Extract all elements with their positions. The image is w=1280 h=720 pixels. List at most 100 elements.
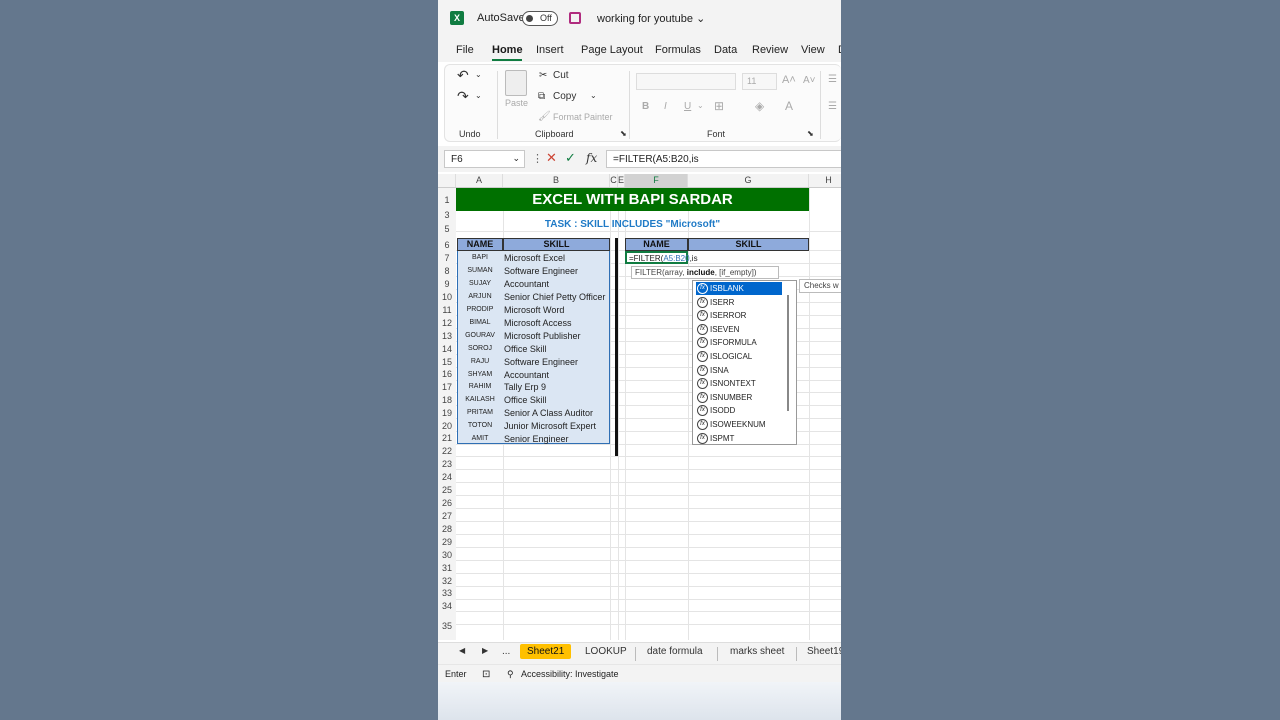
cell-name[interactable]: BAPI: [457, 254, 503, 261]
row-header[interactable]: 22: [438, 444, 456, 457]
column-header[interactable]: H: [809, 174, 841, 187]
paste-icon[interactable]: [505, 70, 527, 96]
cell-name[interactable]: RAHIM: [457, 383, 503, 390]
row-header[interactable]: 30: [438, 548, 456, 561]
cell-skill[interactable]: Senior A Class Auditor: [504, 408, 616, 418]
tab-data[interactable]: Data: [714, 44, 737, 56]
row-header[interactable]: 28: [438, 522, 456, 535]
column-header[interactable]: A: [456, 174, 503, 187]
row-header[interactable]: 18: [438, 393, 456, 406]
row-header[interactable]: 24: [438, 470, 456, 483]
underline-button[interactable]: U: [684, 101, 691, 112]
cell-name[interactable]: SUMAN: [457, 267, 503, 274]
autocomplete-item[interactable]: fx ISERROR: [696, 309, 782, 322]
cell-name[interactable]: PRODIP: [457, 306, 503, 313]
tab-date-formula[interactable]: date formula: [647, 646, 703, 657]
column-header[interactable]: B: [503, 174, 610, 187]
row-header[interactable]: 7: [438, 251, 456, 264]
row-header[interactable]: 14: [438, 342, 456, 355]
row-header[interactable]: 6: [438, 238, 456, 251]
prev-sheet-icon[interactable]: ◀: [459, 646, 465, 655]
more-icon[interactable]: ⋮: [532, 152, 543, 165]
scrollbar[interactable]: [787, 295, 789, 411]
tab-formulas[interactable]: Formulas: [655, 44, 701, 56]
font-color-icon[interactable]: A: [785, 99, 793, 113]
undo-dropdown-icon[interactable]: ⌄: [475, 70, 482, 79]
more-sheets[interactable]: ...: [502, 646, 510, 657]
tab-marks-sheet[interactable]: marks sheet: [730, 646, 784, 657]
cell-skill[interactable]: Software Engineer: [504, 357, 616, 367]
row-header[interactable]: 11: [438, 303, 456, 316]
cell-name[interactable]: PRITAM: [457, 409, 503, 416]
tab-insert[interactable]: Insert: [536, 44, 564, 56]
next-sheet-icon[interactable]: ▶: [482, 646, 488, 655]
row-header[interactable]: 13: [438, 329, 456, 342]
row-header[interactable]: 15: [438, 355, 456, 368]
cell-skill[interactable]: Junior Microsoft Expert: [504, 421, 616, 431]
cell-skill[interactable]: Software Engineer: [504, 266, 616, 276]
row-header[interactable]: 25: [438, 483, 456, 496]
tab-page-layout[interactable]: Page Layout: [581, 44, 643, 56]
save-icon[interactable]: [569, 12, 581, 24]
macro-record-icon[interactable]: ⊡: [482, 669, 490, 680]
cell-skill[interactable]: Microsoft Word: [504, 305, 616, 315]
name-box[interactable]: F6 ⌄: [444, 150, 525, 168]
insert-function-icon[interactable]: fx: [586, 151, 597, 165]
autosave-toggle[interactable]: Off: [522, 11, 558, 26]
cell-skill[interactable]: Microsoft Excel: [504, 253, 616, 263]
document-title[interactable]: working for youtube ⌄: [597, 12, 705, 25]
row-header[interactable]: 31: [438, 561, 456, 574]
cell-name[interactable]: GOURAV: [457, 332, 503, 339]
row-header[interactable]: 8: [438, 264, 456, 277]
format-painter-button[interactable]: Format Painter: [553, 112, 613, 122]
align-left-icon[interactable]: ☰: [828, 101, 837, 112]
column-header[interactable]: E: [618, 174, 625, 187]
tab-review[interactable]: Review: [752, 44, 788, 56]
row-header[interactable]: 21: [438, 432, 456, 444]
cell-name[interactable]: SUJAY: [457, 280, 503, 287]
cancel-icon[interactable]: ✕: [546, 150, 557, 166]
row-header[interactable]: 23: [438, 457, 456, 470]
cell-skill[interactable]: Senior Chief Petty Officer: [504, 292, 616, 302]
row-header[interactable]: 29: [438, 535, 456, 548]
italic-button[interactable]: I: [664, 101, 667, 112]
column-header[interactable]: G: [688, 174, 809, 187]
tab-more[interactable]: D: [838, 44, 841, 56]
cell-skill[interactable]: Accountant: [504, 370, 616, 380]
borders-icon[interactable]: ⊞: [714, 99, 724, 113]
copy-button[interactable]: Copy: [553, 91, 576, 102]
cut-button[interactable]: Cut: [553, 70, 569, 81]
row-header[interactable]: 16: [438, 368, 456, 380]
cell-name[interactable]: KAILASH: [457, 396, 503, 403]
chevron-down-icon[interactable]: ⌄: [697, 101, 704, 110]
accessibility-status[interactable]: Accessibility: Investigate: [521, 669, 619, 679]
row-header[interactable]: 10: [438, 290, 456, 303]
autocomplete-item[interactable]: fx ISOWEEKNUM: [696, 418, 782, 431]
cell-name[interactable]: ARJUN: [457, 293, 503, 300]
row-header[interactable]: 32: [438, 574, 456, 587]
row-header[interactable]: 5: [438, 219, 456, 238]
undo-icon[interactable]: ↶: [457, 67, 469, 84]
font-size-select[interactable]: 11: [742, 73, 777, 90]
enter-icon[interactable]: ✓: [565, 150, 576, 166]
chevron-down-icon[interactable]: ⌄: [590, 91, 597, 100]
cell-skill[interactable]: Tally Erp 9: [504, 382, 616, 392]
tab-sheet21[interactable]: Sheet21: [520, 644, 572, 659]
redo-dropdown-icon[interactable]: ⌄: [475, 91, 482, 100]
chevron-down-icon[interactable]: ⌄: [512, 153, 520, 164]
cell-skill[interactable]: Office Skill: [504, 395, 616, 405]
autocomplete-item[interactable]: fx ISLOGICAL: [696, 350, 782, 363]
font-launcher-icon[interactable]: ⬊: [807, 129, 814, 138]
autocomplete-item[interactable]: fx ISNUMBER: [696, 391, 782, 404]
autocomplete-item[interactable]: fx ISBLANK: [696, 282, 782, 295]
decrease-font-icon[interactable]: A˅: [803, 75, 816, 86]
row-header[interactable]: 9: [438, 277, 456, 290]
increase-font-icon[interactable]: A˄: [782, 74, 796, 86]
autocomplete-item[interactable]: fx ISPMT: [696, 432, 782, 445]
cell-name[interactable]: SHYAM: [457, 371, 503, 378]
autocomplete-item[interactable]: fx ISFORMULA: [696, 336, 782, 349]
cell-skill[interactable]: Office Skill: [504, 344, 616, 354]
row-header[interactable]: 27: [438, 509, 456, 522]
row-header[interactable]: 17: [438, 380, 456, 393]
cell-name[interactable]: SOROJ: [457, 345, 503, 352]
